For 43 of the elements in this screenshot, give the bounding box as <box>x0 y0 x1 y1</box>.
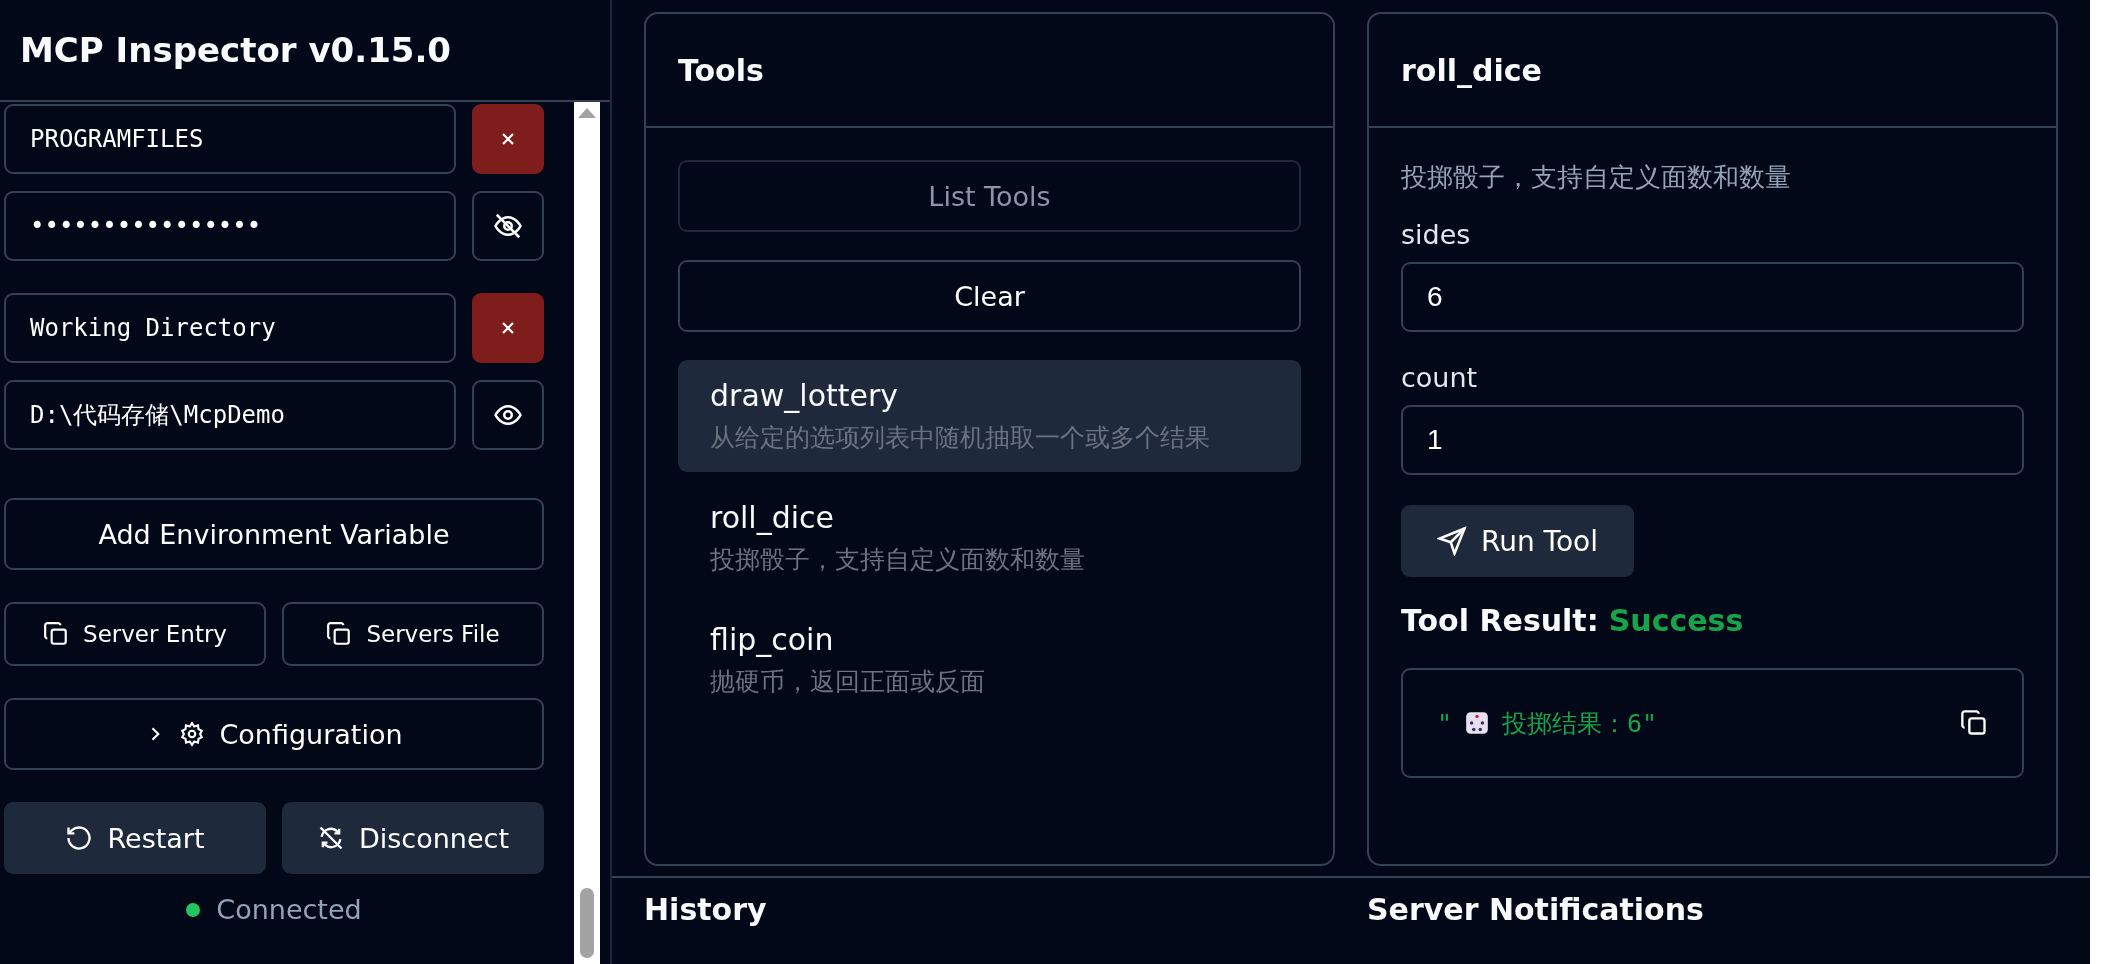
field-label: count <box>1401 362 1479 393</box>
result-label: Tool Result: <box>1401 603 1599 638</box>
restart-button[interactable]: Restart <box>4 802 266 874</box>
copy-icon <box>43 621 70 647</box>
copy-button[interactable]: Server Entry <box>4 602 266 666</box>
result-output: " 投掷结果：6" <box>1401 668 2024 778</box>
app-title: MCP Inspector v0.15.0 <box>20 30 452 70</box>
close-icon <box>501 132 515 146</box>
dice-icon <box>1464 710 1491 736</box>
env-key-field[interactable]: PROGRAMFILES <box>4 104 456 174</box>
close-icon <box>501 321 515 335</box>
env-value-field[interactable]: D:\代码存储\McpDemo <box>4 380 456 450</box>
connection-status: Connected <box>216 894 362 925</box>
env-value-field[interactable]: •••••••••••••••• <box>4 191 456 261</box>
clear-button[interactable]: Clear <box>678 260 1301 332</box>
input-field[interactable]: 1 <box>1401 405 2024 475</box>
field-label: sides <box>1401 219 1472 250</box>
panel-title: History <box>644 892 768 929</box>
visibility-toggle[interactable] <box>472 191 544 261</box>
copy-button[interactable]: Servers File <box>282 602 544 666</box>
visibility-toggle[interactable] <box>472 380 544 450</box>
settings-icon <box>179 721 206 747</box>
copy-icon <box>326 621 353 647</box>
result-status: Success <box>1608 603 1744 638</box>
panel-title: roll_dice <box>1401 52 1542 88</box>
eye-slash-icon <box>493 211 523 241</box>
send-icon <box>1437 526 1467 556</box>
tool-list-item[interactable]: draw_lottery 从给定的选项列表中随机抽取一个或多个结果 <box>678 360 1301 472</box>
scrollbar[interactable] <box>574 102 600 964</box>
disconnect-button[interactable]: Disconnect <box>282 802 544 874</box>
input-field[interactable]: 6 <box>1401 262 2024 332</box>
run-tool-button[interactable]: Run Tool <box>1401 505 1634 577</box>
configuration-toggle[interactable]: Configuration <box>4 698 544 770</box>
panel-title: Tools <box>678 52 764 88</box>
tool-list-item[interactable]: roll_dice 投掷骰子，支持自定义面数和数量 <box>678 482 1301 594</box>
add-variable-button[interactable]: Add Environment Variable <box>4 498 544 570</box>
tool-description: 投掷骰子，支持自定义面数和数量 <box>1401 161 1792 194</box>
tool-list-item[interactable]: flip_coin 抛硬币，返回正面或反面 <box>678 604 1301 716</box>
restart-icon <box>65 824 94 852</box>
env-key-field[interactable]: Working Directory <box>4 293 456 363</box>
copy-icon[interactable] <box>1960 709 1988 737</box>
scrollbar[interactable] <box>2090 0 2102 964</box>
panel-title: Server Notifications <box>1367 892 1705 929</box>
